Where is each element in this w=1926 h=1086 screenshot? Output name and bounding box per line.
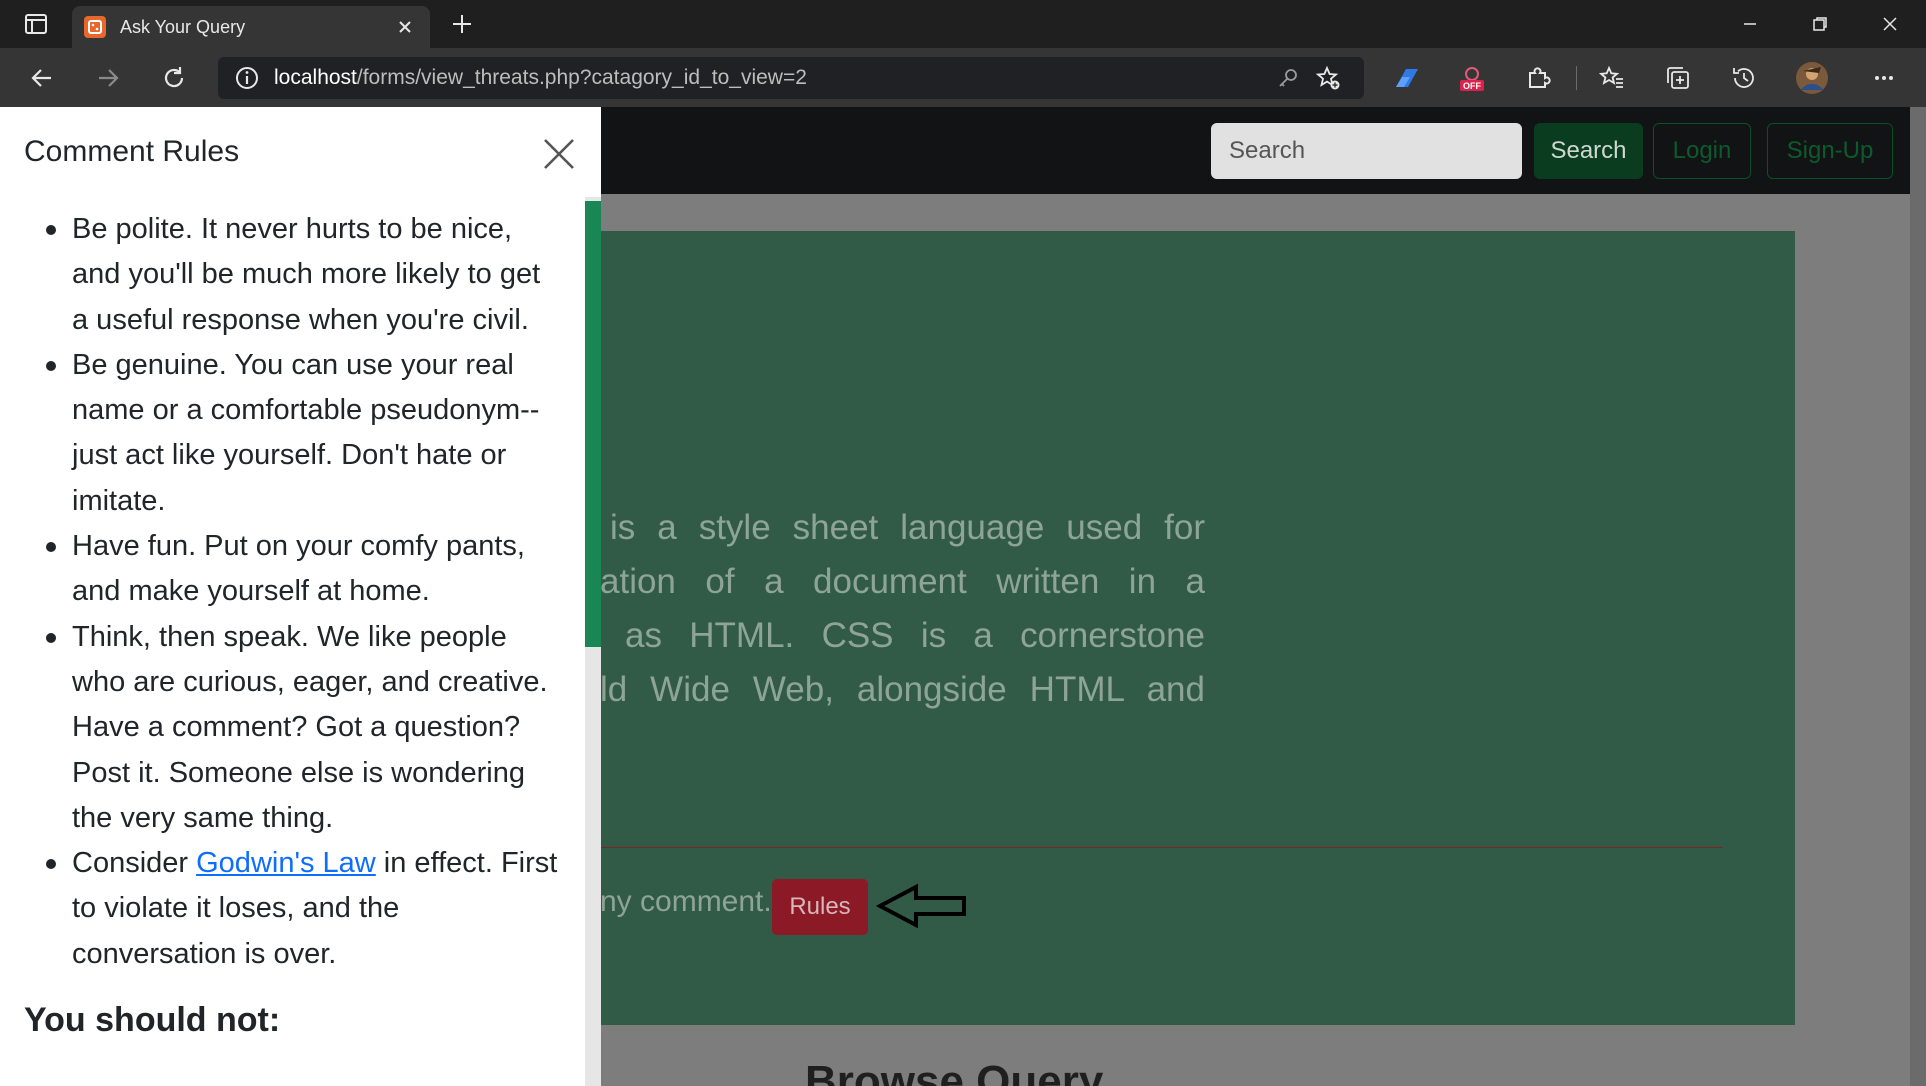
extensions-puzzle-icon[interactable] — [1518, 58, 1558, 98]
collections-icon[interactable] — [1658, 58, 1698, 98]
page-viewport: Search Login Sign-Up is a style sheet la… — [0, 107, 1926, 1086]
list-item: Have fun. Put on your comfy pants, and m… — [46, 524, 559, 615]
site-favicon-icon — [84, 16, 106, 38]
category-jumbotron: is a style sheet language used for ation… — [600, 231, 1795, 1025]
panel-title: Comment Rules — [24, 135, 240, 168]
signup-button[interactable]: Sign-Up — [1767, 123, 1893, 179]
new-tab-button[interactable] — [444, 8, 480, 40]
panel-body: Be polite. It never hurts to be nice, an… — [0, 207, 585, 1086]
description-line: ation of a document written in a — [600, 562, 1205, 601]
close-icon[interactable] — [536, 131, 582, 177]
list-item: Consider Godwin's Law in effect. First t… — [46, 841, 559, 977]
back-arrow-icon[interactable] — [22, 58, 62, 98]
rules-button[interactable]: Rules — [772, 879, 868, 935]
active-tab[interactable]: Ask Your Query — [72, 6, 430, 48]
page-scrollbar[interactable] — [1910, 107, 1926, 1086]
key-icon[interactable] — [1268, 58, 1308, 98]
forward-arrow-icon[interactable] — [88, 58, 128, 98]
url-host: localhost — [274, 66, 357, 89]
comment-rules-panel: Comment Rules Be polite. It never hurts … — [0, 107, 601, 1086]
description-line: is a style sheet language used for — [610, 508, 1205, 547]
login-button[interactable]: Login — [1653, 123, 1751, 179]
tab-actions-icon[interactable] — [14, 10, 58, 38]
description-line: as HTML. CSS is a cornerstone — [625, 616, 1205, 655]
panel-header: Comment Rules — [0, 107, 601, 197]
minimize-window-icon[interactable] — [1716, 0, 1784, 48]
site-info-icon[interactable] — [234, 65, 260, 91]
rules-list: Be polite. It never hurts to be nice, an… — [0, 207, 585, 977]
list-item: Be polite. It never hurts to be nice, an… — [46, 207, 559, 343]
address-bar[interactable]: localhost/forms/view_threats.php?catagor… — [218, 57, 1364, 99]
extension-off-icon[interactable]: OFF — [1452, 58, 1492, 98]
browser-toolbar: localhost/forms/view_threats.php?catagor… — [0, 48, 1926, 107]
restore-window-icon[interactable] — [1786, 0, 1854, 48]
list-item: Think, then speak. We like people who ar… — [46, 615, 559, 841]
url-path: /forms/view_threats.php?catagory_id_to_v… — [356, 66, 807, 89]
more-menu-icon[interactable] — [1864, 58, 1904, 98]
jumbotron-divider — [600, 847, 1723, 848]
reload-icon[interactable] — [154, 58, 194, 98]
comment-note: ny comment. — [600, 885, 772, 918]
extension-arrow-icon[interactable] — [1386, 58, 1426, 98]
toolbar-divider — [1576, 66, 1577, 90]
tab-title: Ask Your Query — [120, 16, 246, 37]
rule-prefix: Consider — [72, 847, 197, 880]
description-line: ld Wide Web, alongside HTML and — [600, 670, 1205, 709]
browser-tab-bar: Ask Your Query — [0, 0, 1926, 48]
should-not-heading: You should not: — [24, 1001, 281, 1040]
profile-avatar[interactable] — [1792, 58, 1832, 98]
arrow-annotation-icon — [876, 883, 966, 929]
browse-query-heading: Browse Query — [805, 1057, 1104, 1086]
panel-scrollbar-thumb[interactable] — [585, 201, 601, 647]
category-description: is a style sheet language used for ation… — [600, 501, 1205, 717]
url-text[interactable]: localhost/forms/view_threats.php?catagor… — [274, 66, 1268, 90]
search-button[interactable]: Search — [1534, 123, 1643, 179]
tab-close-icon[interactable] — [392, 14, 418, 40]
favorites-icon[interactable] — [1592, 58, 1632, 98]
close-window-icon[interactable] — [1856, 0, 1924, 48]
history-icon[interactable] — [1724, 58, 1764, 98]
search-input[interactable] — [1211, 123, 1522, 179]
godwins-law-link[interactable]: Godwin's Law — [196, 847, 376, 879]
extension-badge: OFF — [1463, 81, 1481, 91]
list-item: Be genuine. You can use your real name o… — [46, 343, 559, 524]
add-favorite-icon[interactable] — [1308, 58, 1348, 98]
